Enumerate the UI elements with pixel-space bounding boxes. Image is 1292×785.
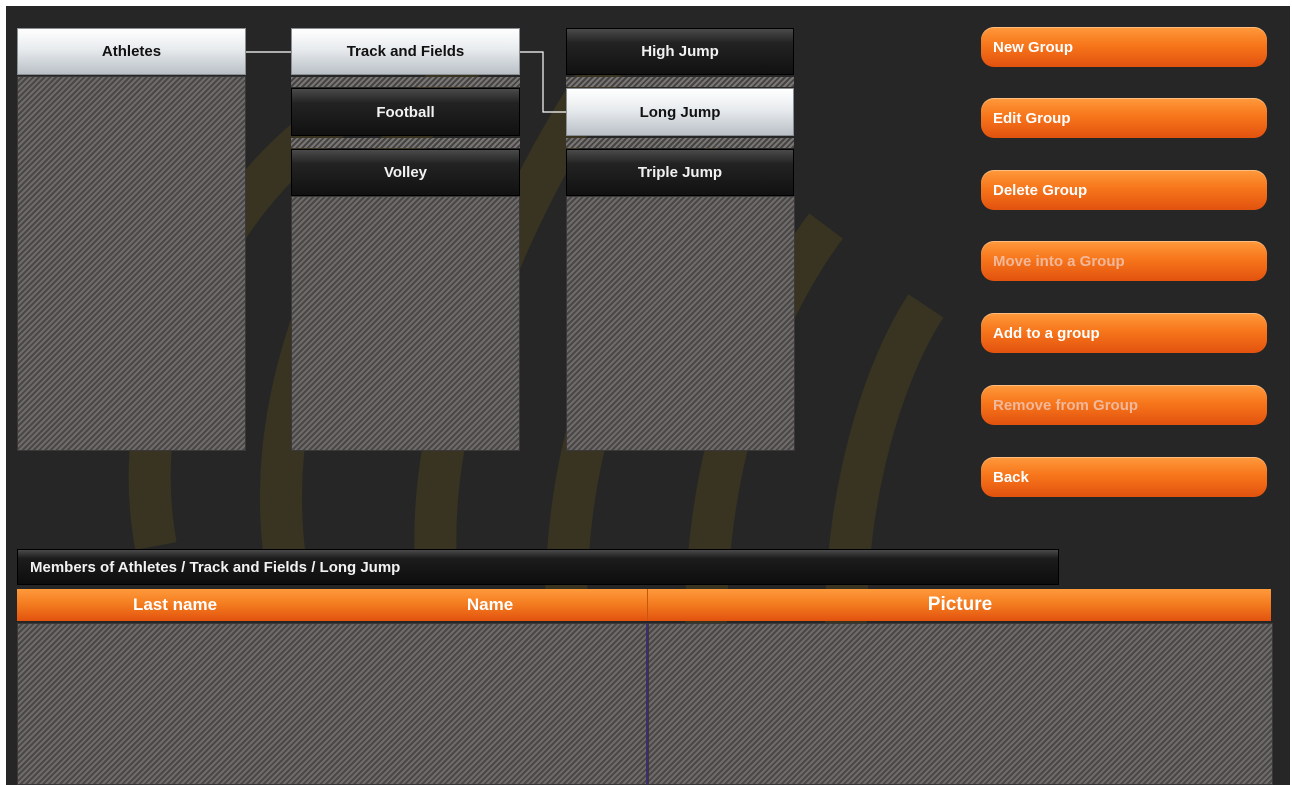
delete-group-button[interactable]: Delete Group	[981, 170, 1267, 210]
tree-connector-lines	[246, 51, 566, 113]
new-group-button[interactable]: New Group	[981, 27, 1267, 67]
member-picture-panel	[648, 623, 1273, 785]
group-manager-window: Athletes Track and Fields Football Volle…	[6, 6, 1290, 785]
back-button[interactable]: Back	[981, 457, 1267, 497]
jump-list-panel	[566, 196, 795, 451]
track-and-fields-list-panel	[291, 196, 520, 451]
edit-group-button[interactable]: Edit Group	[981, 98, 1267, 138]
move-into-group-button[interactable]: Move into a Group	[981, 241, 1267, 281]
remove-from-group-button[interactable]: Remove from Group	[981, 385, 1267, 425]
add-to-group-button[interactable]: Add to a group	[981, 313, 1267, 353]
column-header-last-name[interactable]: Last name	[17, 589, 333, 621]
members-table-header: Last name Name Picture	[17, 589, 1271, 621]
column-header-name[interactable]: Name	[333, 589, 647, 621]
column-header-picture[interactable]: Picture	[647, 589, 1272, 621]
group-node-volley[interactable]: Volley	[291, 149, 520, 196]
members-title: Members of Athletes / Track and Fields /…	[30, 558, 401, 576]
group-node-triple-jump[interactable]: Triple Jump	[566, 149, 794, 196]
members-title-bar: Members of Athletes / Track and Fields /…	[17, 549, 1059, 585]
members-table-body[interactable]	[17, 623, 648, 785]
